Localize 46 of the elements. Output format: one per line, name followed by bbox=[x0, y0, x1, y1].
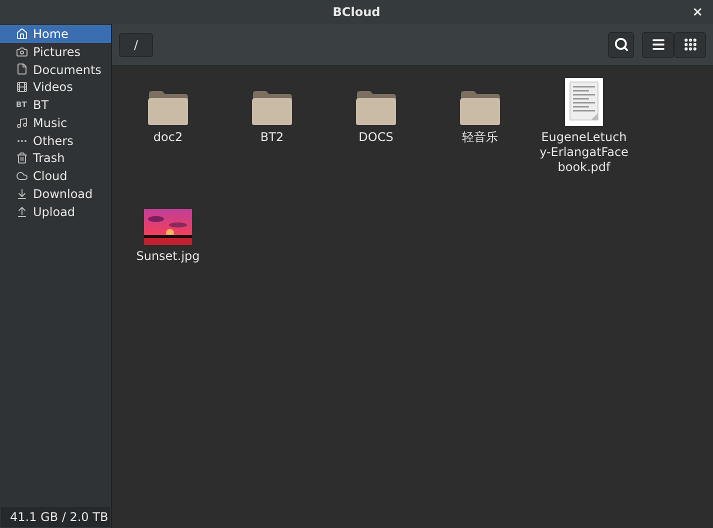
sidebar-item[interactable]: Home bbox=[0, 25, 111, 43]
sidebar-item[interactable]: Music bbox=[0, 114, 111, 132]
sidebar-item[interactable]: Videos bbox=[0, 78, 111, 96]
folder-icon bbox=[355, 90, 397, 126]
sidebar-item[interactable]: Cloud bbox=[0, 167, 111, 186]
search-button[interactable] bbox=[608, 32, 634, 58]
file-name: EugeneLetuchy-ErlangatFacebook.pdf bbox=[538, 130, 630, 175]
camera-icon bbox=[16, 46, 28, 58]
file-item[interactable]: doc2 bbox=[116, 76, 220, 195]
file-item[interactable]: Sunset.jpg bbox=[116, 195, 220, 314]
sidebar-item[interactable]: Trash bbox=[0, 150, 111, 168]
sidebar-item[interactable]: Documents bbox=[0, 60, 111, 78]
folder-icon bbox=[459, 90, 501, 126]
trash-icon bbox=[16, 152, 28, 164]
file-name: BT2 bbox=[259, 130, 285, 145]
file-item[interactable]: EugeneLetuchy-ErlangatFacebook.pdf bbox=[532, 76, 636, 195]
file-item[interactable]: BT2 bbox=[220, 76, 324, 195]
sidebar-item[interactable]: Download bbox=[0, 185, 111, 203]
cloud-icon bbox=[16, 170, 28, 182]
storage-usage: 41.1 GB / 2.0 TB bbox=[1, 507, 110, 527]
document-icon bbox=[565, 78, 603, 126]
grid-view-button[interactable] bbox=[674, 32, 706, 58]
file-item[interactable]: 轻音乐 bbox=[428, 76, 532, 195]
download-icon bbox=[16, 188, 28, 200]
folder-icon bbox=[251, 90, 293, 126]
path-button[interactable]: / bbox=[119, 32, 153, 56]
folder-icon bbox=[147, 90, 189, 126]
grid-icon bbox=[682, 37, 698, 52]
window-title: BCloud bbox=[332, 4, 380, 21]
sidebar-item[interactable]: Others bbox=[0, 132, 111, 150]
close-button[interactable]: × bbox=[692, 3, 703, 22]
list-view-button[interactable] bbox=[642, 32, 674, 58]
file-name: 轻音乐 bbox=[461, 130, 499, 145]
home-icon bbox=[16, 28, 28, 40]
music-icon bbox=[16, 116, 28, 129]
file-name: DOCS bbox=[358, 130, 394, 145]
sidebar-item[interactable]: Upload bbox=[0, 202, 111, 221]
film-icon bbox=[16, 81, 28, 94]
file-name: doc2 bbox=[152, 130, 184, 145]
file-item[interactable]: DOCS bbox=[324, 76, 428, 195]
upload-icon bbox=[16, 206, 28, 218]
list-icon bbox=[650, 37, 666, 52]
search-icon bbox=[614, 37, 628, 52]
document-icon bbox=[16, 63, 28, 76]
file-name: Sunset.jpg bbox=[135, 249, 201, 264]
sidebar-item[interactable]: Pictures bbox=[0, 42, 111, 61]
